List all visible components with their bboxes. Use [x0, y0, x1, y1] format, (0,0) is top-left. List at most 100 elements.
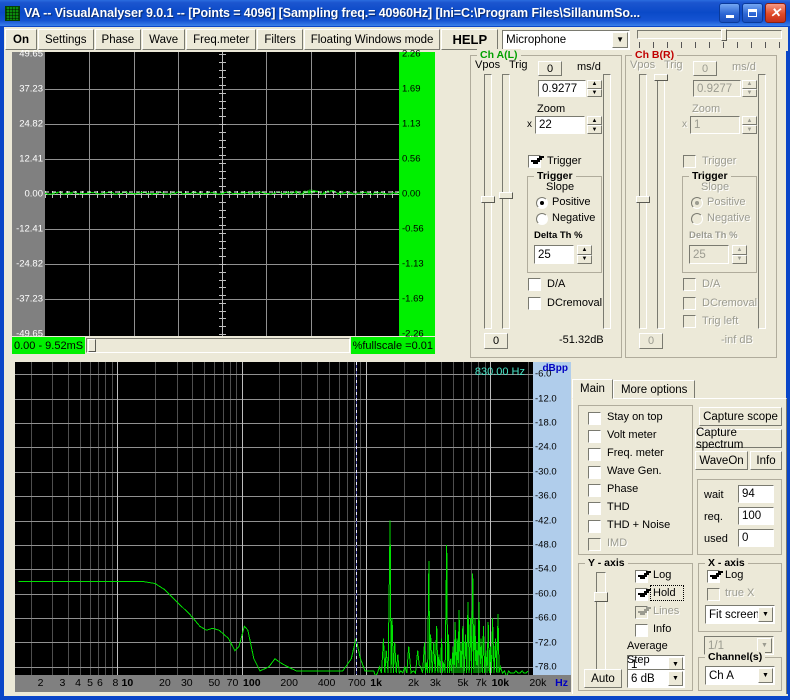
channel-a-msd-label: ms/d	[577, 61, 601, 73]
settings-button[interactable]: Settings	[38, 29, 94, 50]
channel-a-zero-button[interactable]: 0	[484, 333, 508, 349]
chevron-down-icon[interactable]: ▼	[758, 668, 773, 683]
channel-a-slope-negative-radio[interactable]	[536, 213, 548, 225]
capture-spectrum-button[interactable]: Capture spectrum	[695, 429, 782, 448]
channel-a-delta-field[interactable]: 25	[534, 245, 574, 264]
capture-scope-button[interactable]: Capture scope	[699, 407, 782, 426]
minimize-button[interactable]	[719, 3, 740, 23]
check-volt-meter[interactable]	[588, 430, 601, 443]
scope-y-label-left: -24.82	[16, 259, 43, 270]
oscilloscope-panel: 49.6537.2324.8212.410.00-12.41-24.82-37.…	[5, 52, 468, 360]
channel-a-zoom-field[interactable]: 22	[535, 116, 585, 134]
scope-scroll-thumb[interactable]	[88, 339, 96, 352]
help-button[interactable]: HELP	[441, 29, 498, 50]
spectrum-panel: 830.00 Hz dBpp -6.0-12.0-18.0-24.0-30.0-…	[5, 362, 570, 696]
channel-b-vpos-thumb[interactable]	[636, 196, 650, 203]
channel-a-delta-spinner[interactable]: ▲▼	[577, 245, 592, 264]
maximize-button[interactable]	[742, 3, 763, 23]
channel-b-delta-field: 25	[689, 245, 729, 264]
chevron-down-icon[interactable]: ▼	[758, 607, 773, 622]
y-axis-slider-thumb[interactable]	[594, 592, 608, 602]
channel-a-msd-field[interactable]: 0.9277	[538, 80, 586, 97]
check-wave-gen[interactable]	[588, 466, 601, 479]
chevron-down-icon[interactable]: ▼	[612, 32, 628, 48]
label-imd: IMD	[607, 537, 627, 549]
y-axis-log-checkbox[interactable]	[635, 570, 648, 583]
channel-a-slope-label: Slope	[546, 181, 574, 193]
label-stay-on-top: Stay on top	[607, 411, 663, 423]
channel-a-trig-slider[interactable]	[498, 74, 514, 329]
input-level-slider[interactable]	[637, 29, 782, 51]
waveon-button[interactable]: WaveOn	[695, 451, 748, 470]
channel-a-delta-label: Delta Th %	[534, 230, 583, 241]
scope-y-label-right: 0.56	[402, 154, 421, 165]
channel-a-offset-button[interactable]: 0	[538, 61, 562, 76]
y-axis-auto-button[interactable]: Auto	[584, 669, 622, 688]
spectrum-x-label: 3k	[430, 677, 441, 689]
spectrum-x-label: 5k	[457, 677, 468, 689]
filters-button[interactable]: Filters	[257, 29, 302, 50]
spectrum-plot-area[interactable]: 830.00 Hz	[15, 362, 533, 675]
channel-a-dcremoval-checkbox[interactable]	[528, 297, 541, 310]
channel-b-dcremoval-checkbox	[683, 297, 696, 310]
phase-button[interactable]: Phase	[95, 29, 142, 50]
channel-b-level-meter	[754, 74, 770, 329]
channel-b-trig-slider[interactable]	[653, 74, 669, 329]
y-axis-info-checkbox[interactable]	[635, 624, 648, 637]
spectrum-cursor-readout: 830.00 Hz	[475, 366, 525, 378]
channel-a-vpos-label: Vpos	[475, 59, 500, 71]
channel-select[interactable]: Ch A ▼	[705, 666, 775, 685]
input-source-select[interactable]: Microphone ▼	[502, 30, 630, 50]
channel-b-trig-track	[657, 74, 665, 329]
check-stay-on-top[interactable]	[588, 412, 601, 425]
scope-status-bar: 0.00 - 9.52mS %fullscale =0.01	[12, 337, 435, 354]
input-level-ticks	[639, 42, 780, 48]
check-freq-meter[interactable]	[588, 448, 601, 461]
scope-horizontal-scrollbar[interactable]	[86, 338, 349, 353]
close-button[interactable]: ✕	[765, 3, 786, 23]
freq-meter-button[interactable]: Freq.meter	[186, 29, 256, 50]
scope-y-label-left: 24.82	[19, 119, 43, 130]
scope-y-label-left: -37.23	[16, 294, 43, 305]
scope-y-label-right: -0.56	[402, 224, 424, 235]
channel-a-da-checkbox[interactable]	[528, 278, 541, 291]
spectrum-x-label: 3	[59, 677, 65, 689]
channel-b-vpos-slider[interactable]	[635, 74, 651, 329]
channel-a-vpos-thumb[interactable]	[481, 196, 495, 203]
spectrum-cursor-line[interactable]	[356, 362, 357, 675]
wave-button[interactable]: Wave	[142, 29, 185, 50]
channel-a-trig-track	[502, 74, 510, 329]
buffer-counters-group: wait 94 req. 100 used 0	[697, 479, 782, 555]
on-button[interactable]: On	[5, 29, 37, 50]
floating-windows-button[interactable]: Floating Windows mode	[304, 29, 441, 50]
spectrum-x-label: 5	[87, 677, 93, 689]
info-button[interactable]: Info	[750, 451, 782, 470]
spectrum-x-label: 100	[243, 677, 261, 689]
spectrum-x-label: 2k	[408, 677, 419, 689]
check-phase[interactable]	[588, 484, 601, 497]
tab-main[interactable]: Main	[572, 379, 613, 399]
channel-b-trig-thumb[interactable]	[654, 74, 668, 81]
spectrum-x-label: 10k	[492, 677, 510, 689]
chevron-down-icon[interactable]: ▼	[668, 671, 683, 686]
y-axis-hold-checkbox[interactable]	[635, 588, 648, 601]
client-area: On Settings Phase Wave Freq.meter Filter…	[3, 26, 787, 697]
spectrum-x-label: 20k	[529, 677, 546, 689]
x-axis-log-checkbox[interactable]	[707, 570, 720, 583]
step-select[interactable]: 6 dB ▼	[627, 669, 685, 688]
channel-a-zoom-x: x	[527, 119, 532, 130]
channel-a-trigger-checkbox[interactable]	[528, 155, 541, 168]
channel-a-slope-positive-radio[interactable]	[536, 197, 548, 209]
scope-plot-area[interactable]	[45, 52, 399, 336]
channel-b-da-label: D/A	[702, 278, 720, 290]
y-axis-scale-slider[interactable]	[593, 572, 609, 670]
check-thd-noise[interactable]	[588, 520, 601, 533]
channel-a-trig-thumb[interactable]	[499, 192, 513, 199]
scope-y-label-left: 37.23	[19, 84, 43, 95]
step-value: 6 dB	[631, 673, 655, 685]
channel-a-vpos-slider[interactable]	[480, 74, 496, 329]
check-thd[interactable]	[588, 502, 601, 515]
tab-more-options[interactable]: More options	[613, 380, 695, 399]
fit-screen-select[interactable]: Fit screen ▼	[705, 605, 775, 624]
input-level-thumb[interactable]	[721, 29, 727, 41]
